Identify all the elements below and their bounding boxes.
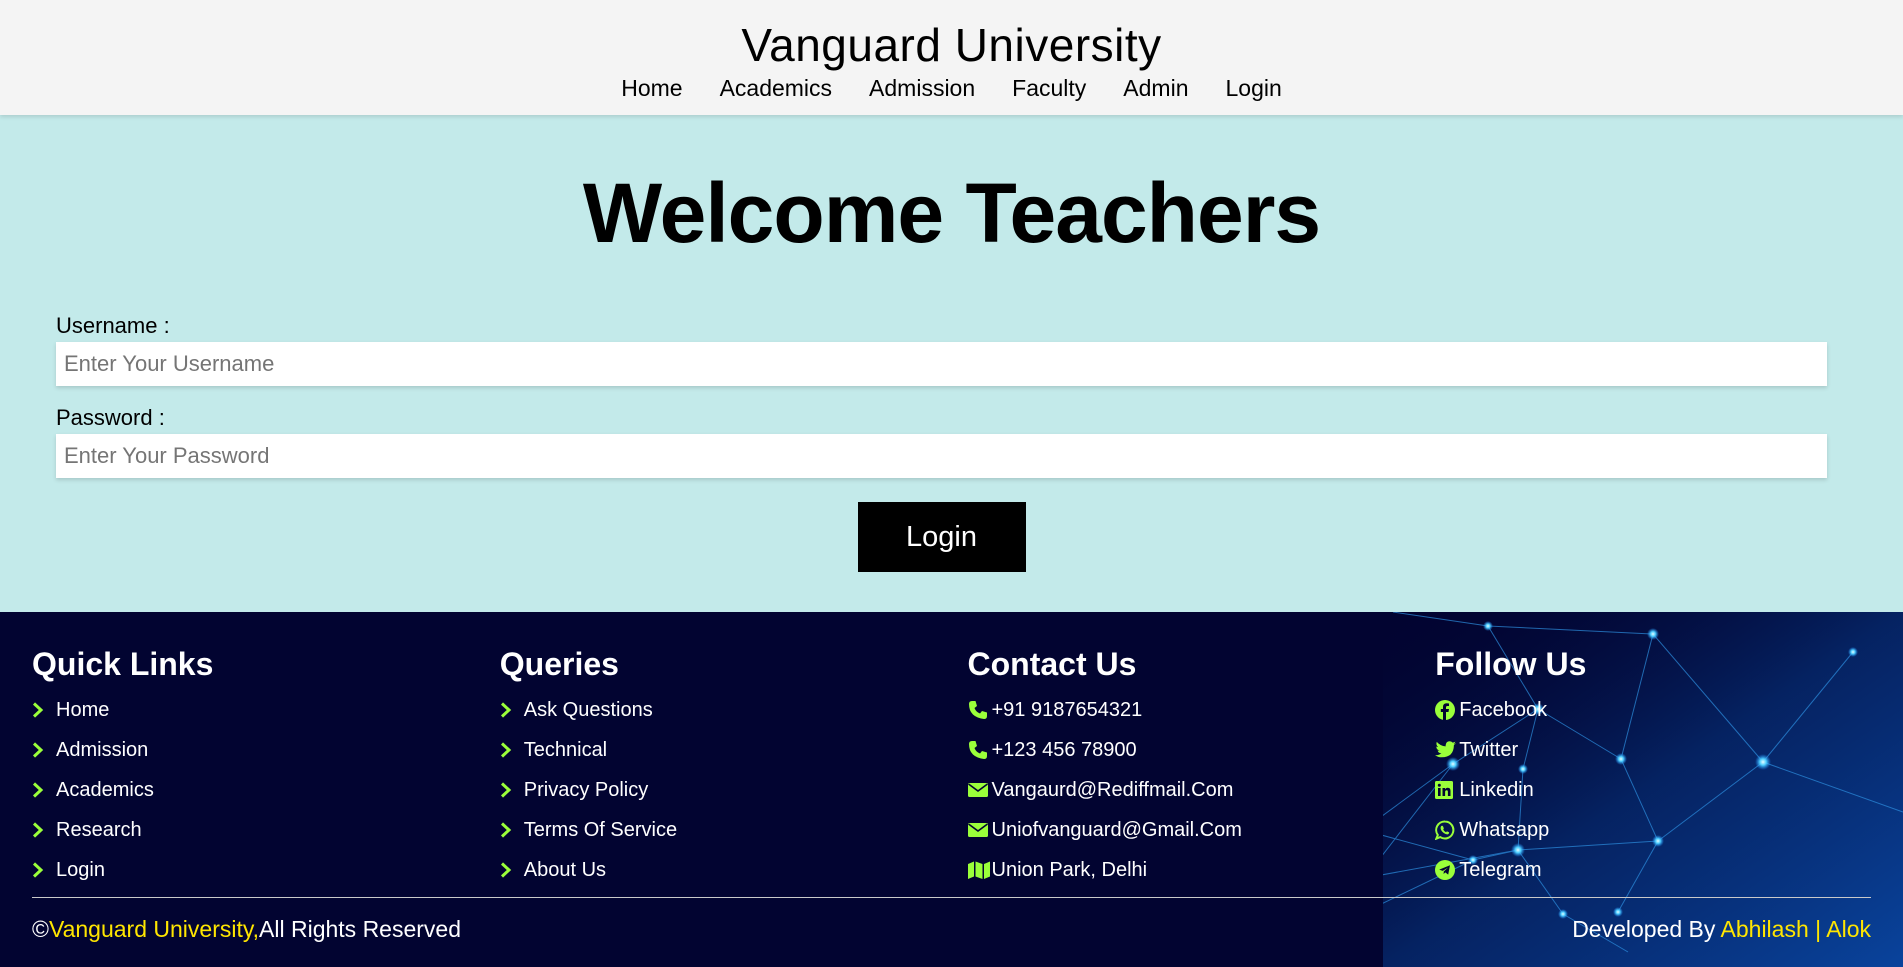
query-link-technical[interactable]: Technical [500,730,968,770]
chevron-right-icon [32,702,56,718]
chevron-right-icon [32,742,56,758]
chevron-right-icon [32,782,56,798]
copyright-symbol: © [32,916,49,942]
telegram-icon [1435,860,1459,880]
quick-links-column: Quick Links Home Admission Academics Res… [32,642,500,890]
nav-academics[interactable]: Academics [720,75,832,102]
site-footer: Quick Links Home Admission Academics Res… [0,612,1903,967]
map-icon [967,861,992,879]
phone-icon [968,700,992,720]
chevron-right-icon [500,702,524,718]
developer-credit: Developed By Abhilash | Alok [1572,916,1871,942]
site-header: Vanguard University Home Academics Admis… [0,0,1903,115]
copyright-rest: All Rights Reserved [259,916,461,942]
developer-link-abhilash[interactable]: Abhilash [1721,916,1809,942]
query-link-about-us[interactable]: About Us [500,850,968,890]
quick-link-academics[interactable]: Academics [32,770,500,810]
username-input[interactable] [56,342,1827,386]
password-label: Password : [56,405,165,430]
quick-links-title: Quick Links [32,646,214,682]
quick-link-admission[interactable]: Admission [32,730,500,770]
follow-title: Follow Us [1435,646,1587,682]
main-nav: Home Academics Admission Faculty Admin L… [0,75,1903,102]
follow-whatsapp[interactable]: Whatsapp [1435,810,1903,850]
chevron-right-icon [500,822,524,838]
query-link-ask-questions[interactable]: Ask Questions [500,690,968,730]
queries-title: Queries [499,646,619,682]
footer-divider [32,897,1871,898]
linkedin-icon [1435,781,1459,799]
contact-address[interactable]: Union Park, Delhi [967,850,1436,890]
follow-column: Follow Us Facebook Twitter Linkedin What… [1435,642,1903,890]
nav-faculty[interactable]: Faculty [1012,75,1086,102]
chevron-right-icon [500,742,524,758]
follow-telegram[interactable]: Telegram [1435,850,1903,890]
contact-phone-2[interactable]: +123 456 78900 [968,730,1436,770]
envelope-icon [967,822,992,838]
phone-icon [968,740,992,760]
chevron-right-icon [32,862,56,878]
password-input[interactable] [56,434,1827,478]
follow-linkedin[interactable]: Linkedin [1435,770,1903,810]
follow-twitter[interactable]: Twitter [1435,730,1903,770]
whatsapp-icon [1435,820,1459,840]
site-title: Vanguard University [741,19,1162,71]
facebook-icon [1435,700,1459,720]
contact-title: Contact Us [967,646,1137,682]
username-label: Username : [56,313,170,338]
nav-home[interactable]: Home [621,75,682,102]
login-form: Username : Password : Login [56,310,1827,572]
chevron-right-icon [32,822,56,838]
copyright-link[interactable]: Vanguard University, [49,916,259,942]
contact-email-1[interactable]: Vangaurd@Rediffmail.Com [967,770,1436,810]
chevron-right-icon [500,782,524,798]
quick-link-login[interactable]: Login [32,850,500,890]
login-section: Welcome Teachers Username : Password : L… [0,115,1903,612]
copyright-text: ©Vanguard University,All Rights Reserved [32,912,461,946]
nav-admin[interactable]: Admin [1123,75,1188,102]
query-link-privacy-policy[interactable]: Privacy Policy [500,770,968,810]
footer-bottom-bar: ©Vanguard University,All Rights Reserved… [32,912,1871,946]
follow-facebook[interactable]: Facebook [1435,690,1903,730]
nav-login[interactable]: Login [1226,75,1282,102]
chevron-right-icon [500,862,524,878]
contact-phone-1[interactable]: +91 9187654321 [968,690,1436,730]
login-button[interactable]: Login [857,502,1026,572]
page-heading: Welcome Teachers [582,166,1321,260]
quick-link-home[interactable]: Home [32,690,500,730]
nav-admission[interactable]: Admission [869,75,975,102]
envelope-icon [967,782,992,798]
contact-email-2[interactable]: Uniofvanguard@Gmail.Com [967,810,1436,850]
twitter-icon [1435,741,1459,759]
queries-column: Queries Ask Questions Technical Privacy … [500,642,968,890]
contact-column: Contact Us +91 9187654321 +123 456 78900… [967,642,1436,890]
query-link-terms[interactable]: Terms Of Service [500,810,968,850]
developer-link-alok[interactable]: Alok [1826,916,1871,942]
quick-link-research[interactable]: Research [32,810,500,850]
